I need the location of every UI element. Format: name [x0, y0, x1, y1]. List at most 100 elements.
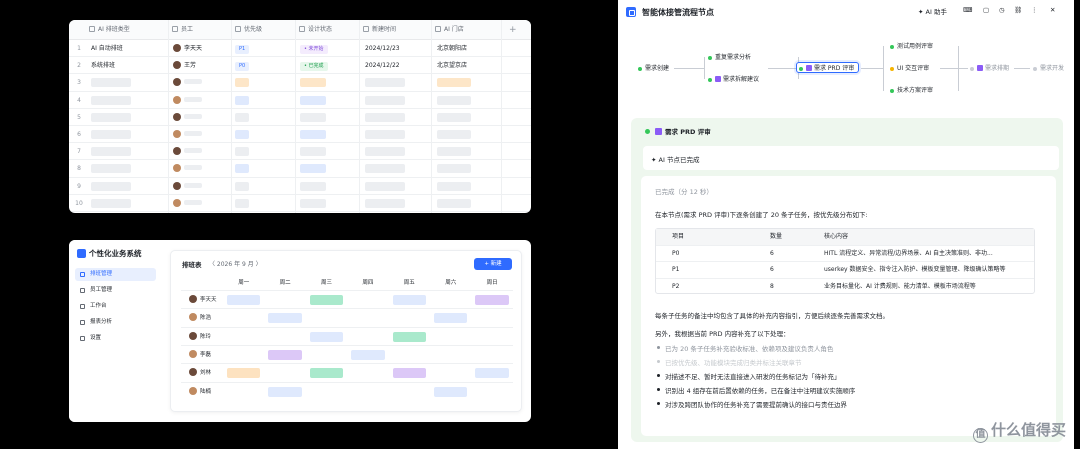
table-row[interactable]: 7	[69, 143, 531, 161]
row-number: 1	[77, 45, 81, 52]
schedule-title: 排班表	[182, 261, 202, 269]
placeholder-bar	[91, 78, 131, 88]
table-row[interactable]: 6	[69, 126, 531, 144]
placeholder-bar	[91, 112, 131, 122]
flow-node-ui[interactable]: UI 交互评审	[888, 63, 934, 74]
shift-block[interactable]	[351, 349, 385, 360]
shift-block[interactable]	[475, 368, 509, 379]
table-cell: P1	[672, 266, 680, 273]
table-row[interactable]: 3	[69, 74, 531, 92]
table-row[interactable]: 1 AI 自动排班 李天天 P1 • 未开始 2024/12/23 北京朝阳店	[69, 40, 531, 58]
table-cell-person: 李天天	[173, 40, 202, 57]
table-row[interactable]: 5	[69, 109, 531, 126]
placeholder-bar	[91, 95, 131, 105]
completed-time: 已完成（分 12 秒）	[655, 188, 713, 196]
shift-block[interactable]	[309, 368, 344, 379]
row-number: 10	[75, 199, 83, 207]
new-shift-button[interactable]: + 新建	[474, 258, 512, 270]
sidebar-item-settings[interactable]: 设置	[75, 332, 156, 345]
shift-block[interactable]	[392, 295, 426, 305]
placeholder-bar	[365, 78, 405, 88]
table-cell-priority: P1	[235, 40, 250, 57]
table-row[interactable]: 4	[69, 92, 531, 109]
table-header: 核心内容	[824, 233, 849, 240]
ai-assistant-button[interactable]: ✦ AI 助手	[918, 6, 947, 16]
flow-node-testcase[interactable]: 测试用例评审	[888, 41, 938, 52]
shift-block[interactable]	[227, 368, 261, 379]
shift-block[interactable]	[309, 295, 344, 305]
placeholder-bar	[184, 199, 202, 205]
history-icon[interactable]: ◷	[999, 6, 1005, 14]
priority-icon	[235, 26, 241, 32]
keyboard-icon[interactable]: ⌨	[963, 6, 972, 14]
priority-tag: P0	[235, 62, 250, 72]
column-header-type[interactable]: AI 排班类型	[89, 20, 130, 40]
shift-block[interactable]	[268, 386, 302, 397]
placeholder-bar	[91, 164, 131, 174]
row-number: 8	[77, 165, 81, 173]
column-header-date[interactable]: 新建时间	[363, 20, 396, 40]
sheet-panel: AI 排班类型 员工 优先级 设计状态 新建时间 AI 门店 + 1 AI 自动排…	[69, 20, 531, 213]
shift-block[interactable]	[309, 331, 344, 342]
weekday-header: 周三	[320, 280, 332, 286]
placeholder-bar	[235, 181, 249, 191]
shift-block[interactable]	[434, 386, 468, 397]
flow-connector	[958, 46, 959, 91]
shift-block[interactable]	[268, 349, 302, 360]
shift-block[interactable]	[392, 331, 426, 342]
table-row[interactable]: 10	[69, 195, 531, 212]
more-icon[interactable]: ⋮	[1031, 6, 1038, 14]
placeholder-bar	[91, 130, 131, 139]
placeholder-bar	[91, 198, 131, 208]
flow-node-create[interactable]: 需求创建	[636, 63, 674, 74]
flow-node-dev[interactable]: 需求开发	[1031, 63, 1069, 74]
table-cell-status: • 已完成	[300, 57, 328, 74]
table-cell-person	[173, 109, 202, 126]
avatar	[173, 181, 181, 190]
close-icon[interactable]: ✕	[1050, 6, 1055, 14]
add-column-button[interactable]: +	[509, 20, 517, 40]
shift-block[interactable]	[434, 313, 468, 324]
table-row[interactable]: 8	[69, 160, 531, 178]
placeholder-bar	[437, 198, 471, 208]
table-header-row: 项目 数量 核心内容	[656, 229, 1034, 246]
shift-block[interactable]	[392, 368, 426, 379]
sheet-header-row: AI 排班类型 员工 优先级 设计状态 新建时间 AI 门店 +	[69, 20, 531, 40]
watermark-logo-icon: 值	[972, 428, 988, 443]
shift-block[interactable]	[227, 295, 261, 305]
column-header-priority[interactable]: 优先级	[235, 20, 262, 40]
flow-node-tech[interactable]: 技术方案评审	[888, 85, 938, 96]
placeholder-bar	[365, 112, 405, 122]
summary-intro: 在本节点(需求 PRD 评审)下逐条创建了 20 条子任务，按优先级分布如下:	[655, 211, 868, 219]
priority-tag: P1	[235, 45, 250, 54]
link-icon[interactable]: ⛓	[1014, 6, 1022, 14]
workbench-icon	[80, 304, 85, 309]
flow-connector	[940, 68, 970, 69]
sidebar-item-schedule[interactable]: 排班管理	[75, 268, 156, 281]
flow-node-schedule[interactable]: 需求排期	[968, 63, 1014, 74]
sidebar-item-reports[interactable]: 报表分析	[75, 316, 156, 329]
placeholder-bar	[300, 181, 326, 191]
table-cell: 8	[770, 282, 774, 290]
column-header-status[interactable]: 设计状态	[299, 20, 332, 40]
flow-node-prd[interactable]: 需求 PRD 评审	[796, 62, 860, 73]
sidebar-item-workbench[interactable]: 工作台	[75, 300, 156, 313]
sidebar-item-staff[interactable]: 员工管理	[75, 284, 156, 297]
placeholder-bar	[365, 164, 405, 174]
schedule-row: 李天天	[181, 290, 513, 308]
column-header-person[interactable]: 员工	[172, 20, 193, 40]
shift-block[interactable]	[475, 295, 509, 305]
table-row[interactable]: 9	[69, 178, 531, 195]
flow-node-split[interactable]: 需求拆解建议	[706, 74, 764, 85]
schedule-row: 刘林	[181, 363, 513, 381]
agent-flow-panel: 智能体接管流程节点 ✦ AI 助手 ⌨ ▢ ◷ ⛓ ⋮ ✕ 需求创建 重复需求分…	[618, 0, 1074, 449]
column-header-store[interactable]: AI 门店	[435, 20, 464, 40]
shift-block[interactable]	[268, 313, 302, 324]
comment-icon[interactable]: ▢	[983, 6, 989, 14]
placeholder-bar	[184, 131, 202, 136]
flow-node-analyze[interactable]: 重复需求分析	[706, 52, 756, 63]
table-row[interactable]: 2 系统排班 王芳 P0 • 已完成 2024/12/22 北京望京店	[69, 57, 531, 75]
table-cell-store: 北京朝阳店	[437, 45, 468, 52]
month-switcher[interactable]: 〈 2026 年 9 月 〉	[209, 259, 262, 268]
table-cell-type: 系统排班	[91, 62, 116, 70]
